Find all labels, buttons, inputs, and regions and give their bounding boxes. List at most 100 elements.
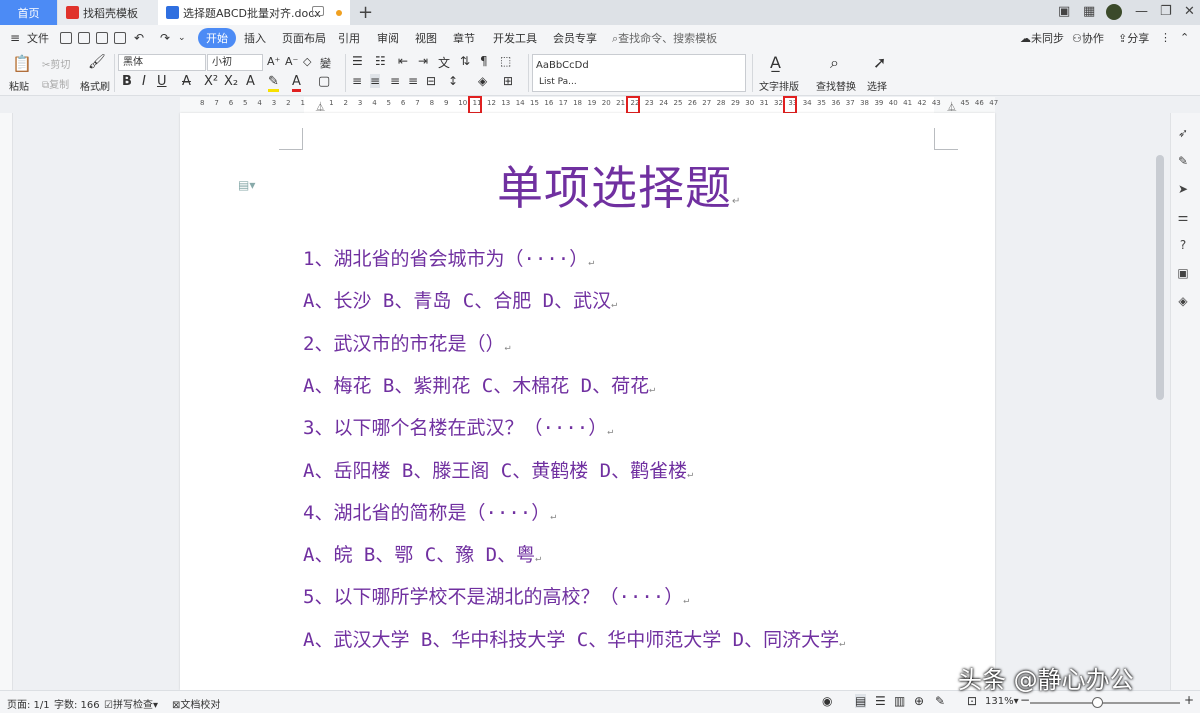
document-title[interactable]: 单项选择题↵ <box>497 152 747 218</box>
table-border-icon[interactable]: ⊞ <box>503 74 513 88</box>
brush-icon[interactable]: 🖌 <box>88 54 106 70</box>
minimize-icon[interactable]: — <box>1135 4 1148 19</box>
zoom-in-icon[interactable]: + <box>1184 693 1194 707</box>
menu-member[interactable]: 会员专享 <box>553 30 597 46</box>
bullet-list-icon[interactable]: ☰ <box>352 54 363 68</box>
new-tab-button[interactable]: + <box>358 2 373 23</box>
menu-file[interactable]: 文件 <box>27 30 49 46</box>
align-left-icon[interactable]: ≡ <box>352 74 362 88</box>
menu-developer[interactable]: 开发工具 <box>493 30 537 46</box>
preview-icon[interactable] <box>114 31 126 44</box>
collab-button[interactable]: ⚇协作 <box>1072 30 1104 46</box>
align-center-icon[interactable]: ≡ <box>370 74 381 88</box>
pen-icon[interactable]: ✎ <box>1176 154 1190 168</box>
zoom-slider-handle[interactable] <box>1092 697 1103 708</box>
line-spacing-icon[interactable]: ↕ <box>448 74 458 88</box>
redo-icon[interactable]: ↷ <box>160 31 170 45</box>
question-line[interactable]: A、岳阳楼 B、滕王阁 C、黄鹤楼 D、鹳雀楼↵ <box>303 456 693 483</box>
page-view-icon[interactable]: ▤ <box>855 694 867 708</box>
sort-icon[interactable]: ⇅ <box>460 54 470 68</box>
restore-icon[interactable]: ❐ <box>1160 4 1172 19</box>
vertical-ruler[interactable] <box>0 113 13 690</box>
underline-icon[interactable]: U <box>157 74 167 89</box>
location-icon[interactable]: ◈ <box>1176 294 1190 308</box>
text-layout-button[interactable]: 文字排版 <box>759 78 799 93</box>
spell-check-button[interactable]: ☑拼写检查▾ <box>104 696 158 711</box>
font-color-icon[interactable]: A <box>292 74 301 92</box>
layout-icon[interactable]: ▣ <box>1058 4 1070 19</box>
search-input[interactable]: ⌕查找命令、搜索模板 <box>612 30 717 46</box>
screen-icon[interactable] <box>312 6 324 16</box>
hamburger-icon[interactable]: ≡ <box>10 31 20 45</box>
rocket-icon[interactable]: ➶ <box>1176 126 1190 140</box>
italic-icon[interactable]: I <box>142 74 146 89</box>
numbered-list-icon[interactable]: ☷ <box>375 54 386 68</box>
close-icon[interactable]: ✕ <box>1184 4 1195 19</box>
settings-sliders-icon[interactable]: ⚌ <box>1176 210 1190 224</box>
paste-button[interactable]: 粘贴 <box>9 78 29 93</box>
menu-view[interactable]: 视图 <box>415 30 437 46</box>
shading-icon[interactable]: ◈ <box>478 74 487 88</box>
zoom-level[interactable]: 131%▾ <box>985 696 1019 707</box>
menu-chapter[interactable]: 章节 <box>453 30 475 46</box>
collapse-ribbon-icon[interactable]: ⌃ <box>1180 31 1189 44</box>
page-indicator[interactable]: 页面: 1/1 <box>7 696 50 711</box>
menu-grid-icon[interactable]: ▦ <box>1083 4 1095 19</box>
text-layout-icon[interactable]: A̲ <box>770 53 781 72</box>
menu-start[interactable]: 开始 <box>198 27 236 48</box>
distribute-icon[interactable]: ⊟ <box>426 74 436 88</box>
web-view-icon[interactable]: ⊕ <box>914 694 924 708</box>
clipboard-icon[interactable]: 📋 <box>12 54 32 73</box>
show-marks-icon[interactable]: ¶ <box>480 54 488 68</box>
reading-view-icon[interactable]: ▥ <box>894 694 905 708</box>
phonetic-icon[interactable]: 變 <box>320 55 331 71</box>
cursor-icon[interactable]: ➚ <box>873 53 886 72</box>
para-border-icon[interactable]: ⬚ <box>500 54 511 68</box>
help-icon[interactable]: ? <box>1176 238 1190 252</box>
question-line[interactable]: 2、武汉市的市花是（）↵ <box>303 329 510 356</box>
question-line[interactable]: A、武汉大学 B、华中科技大学 C、华中师范大学 D、同济大学↵ <box>303 625 845 652</box>
print-icon[interactable] <box>96 31 108 44</box>
subscript-icon[interactable]: X₂ <box>224 74 238 89</box>
scrollbar-thumb[interactable] <box>1156 155 1164 400</box>
tab-document[interactable]: 选择题ABCD批量对齐.docx <box>158 0 350 25</box>
doc-proof-button[interactable]: ⊠文档校对 <box>172 696 220 711</box>
superscript-icon[interactable]: X² <box>204 74 218 89</box>
question-line[interactable]: A、梅花 B、紫荆花 C、木棉花 D、荷花↵ <box>303 371 655 398</box>
justify-icon[interactable]: ≡ <box>408 74 418 88</box>
menu-reference[interactable]: 引用 <box>338 30 360 46</box>
save-icon[interactable] <box>60 31 72 44</box>
copy-button[interactable]: ⧉复制 <box>42 76 69 91</box>
font-size-select[interactable]: 小初 <box>207 54 263 71</box>
text-effect-icon[interactable]: A <box>246 74 255 89</box>
find-icon[interactable]: ⌕ <box>830 53 839 73</box>
word-count[interactable]: 字数: 166 <box>54 696 100 711</box>
select-button[interactable]: 选择 <box>867 78 887 93</box>
edit-view-icon[interactable]: ✎ <box>935 694 945 708</box>
fit-page-icon[interactable]: ⊡ <box>967 694 977 708</box>
more-icon[interactable]: ⋮ <box>1160 31 1171 44</box>
outline-view-icon[interactable]: ☰ <box>875 694 886 708</box>
indent-marker-icon[interactable]: ⏅ <box>316 100 325 113</box>
sync-button[interactable]: ☁未同步 <box>1020 30 1064 46</box>
font-name-select[interactable]: 黑体 <box>118 54 206 71</box>
eye-icon[interactable]: ◉ <box>822 694 832 708</box>
question-line[interactable]: A、皖 B、鄂 C、豫 D、粤↵ <box>303 540 541 567</box>
indent-decrease-icon[interactable]: ⇤ <box>398 54 408 68</box>
undo-icon[interactable]: ↶ <box>134 31 144 45</box>
char-border-icon[interactable]: ▢ <box>318 74 330 89</box>
chinese-layout-icon[interactable]: 文 <box>438 54 450 71</box>
clear-format-icon[interactable]: ◇ <box>303 55 311 68</box>
indent-increase-icon[interactable]: ⇥ <box>418 54 428 68</box>
question-line[interactable]: A、长沙 B、青岛 C、合肥 D、武汉↵ <box>303 286 617 313</box>
question-line[interactable]: 1、湖北省的省会城市为（····）↵ <box>303 244 594 271</box>
highlight-icon[interactable]: ✎ <box>268 74 279 92</box>
image-icon[interactable]: ▣ <box>1176 266 1190 280</box>
question-line[interactable]: 4、湖北省的简称是（····）↵ <box>303 498 556 525</box>
doc-section-icon[interactable]: ▤▾ <box>238 178 255 192</box>
share-button[interactable]: ⇪分享 <box>1118 30 1149 46</box>
quick-access-chevron-icon[interactable]: ⌄ <box>178 33 186 43</box>
shrink-font-icon[interactable]: A⁻ <box>285 55 298 68</box>
format-painter-button[interactable]: 格式刷 <box>80 78 110 93</box>
zoom-out-icon[interactable]: − <box>1020 693 1030 707</box>
